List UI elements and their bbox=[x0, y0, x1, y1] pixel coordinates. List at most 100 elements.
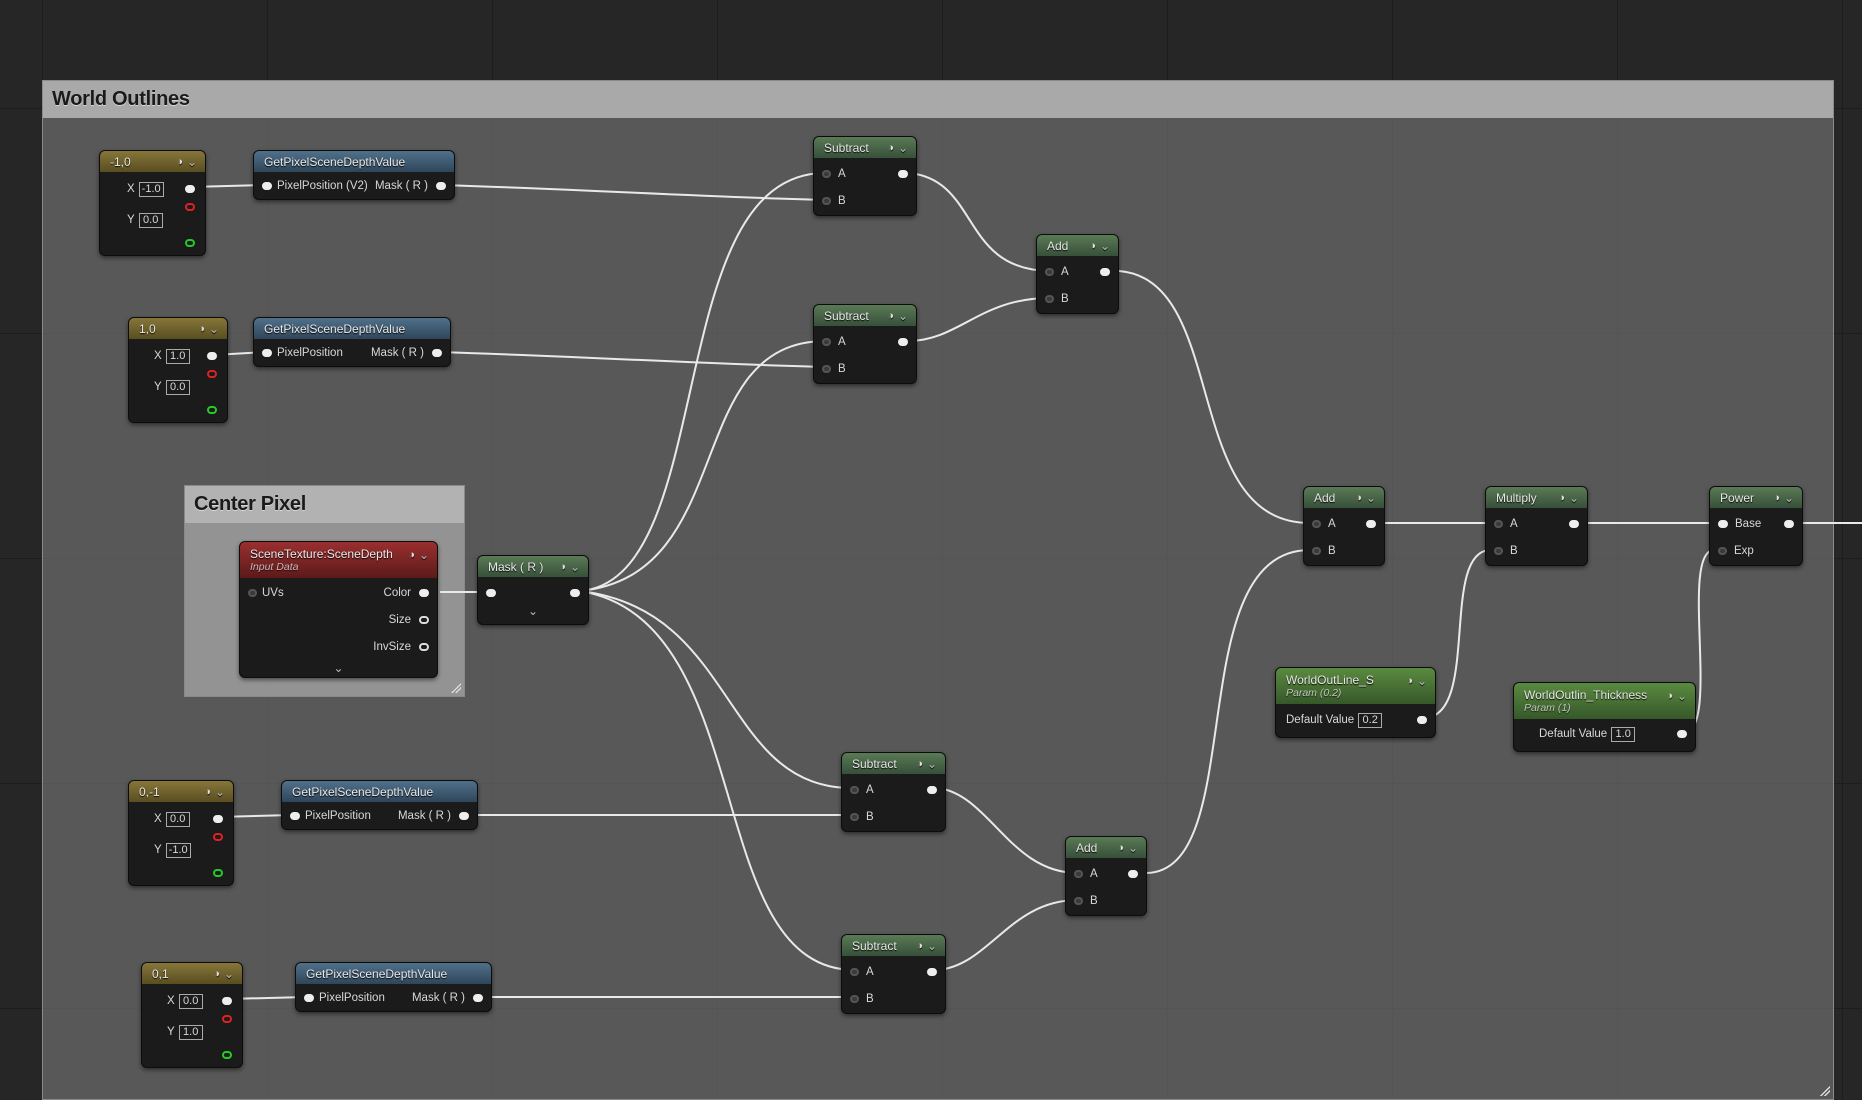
add-node[interactable]: Add ◑ ⌄ A B bbox=[1303, 486, 1385, 566]
output-pin-icon[interactable] bbox=[222, 1051, 232, 1059]
input-pin-icon[interactable] bbox=[850, 786, 859, 794]
value-field[interactable]: 0.0 bbox=[165, 811, 190, 827]
input-pin-icon[interactable] bbox=[822, 197, 831, 205]
resize-grip-icon[interactable] bbox=[1820, 1086, 1830, 1096]
constant-node[interactable]: 0,-1 ◑ ⌄ X 0.0 Y -1.0 bbox=[128, 780, 234, 886]
input-pin-icon[interactable] bbox=[1494, 520, 1503, 528]
output-pin-icon[interactable] bbox=[1366, 520, 1376, 528]
input-pin-icon[interactable] bbox=[822, 170, 831, 178]
value-field[interactable]: 0.0 bbox=[178, 993, 203, 1009]
output-pin-icon[interactable] bbox=[459, 812, 469, 820]
output-pin-icon[interactable] bbox=[222, 997, 232, 1005]
comment-title[interactable]: World Outlines bbox=[43, 81, 1833, 118]
preview-toggle-icon[interactable]: ◑ bbox=[204, 786, 211, 798]
scene-texture-node[interactable]: SceneTexture:SceneDepth Input Data ◑ ⌄ UV… bbox=[239, 541, 438, 678]
preview-toggle-icon[interactable]: ◑ bbox=[1773, 492, 1780, 504]
preview-toggle-icon[interactable]: ◑ bbox=[1117, 842, 1124, 854]
constant-node[interactable]: -1,0 ◑ ⌄ X -1.0 Y 0.0 bbox=[99, 150, 206, 256]
add-node[interactable]: Add ◑ ⌄ A B bbox=[1036, 234, 1119, 314]
input-pin-icon[interactable] bbox=[850, 968, 859, 976]
value-field[interactable]: 1.0 bbox=[1611, 726, 1636, 742]
output-pin-icon[interactable] bbox=[1677, 730, 1687, 738]
input-pin-icon[interactable] bbox=[850, 995, 859, 1003]
collapse-chevron-icon[interactable]: ⌄ bbox=[898, 309, 908, 323]
output-pin-icon[interactable] bbox=[419, 643, 429, 651]
preview-toggle-icon[interactable]: ◑ bbox=[1666, 690, 1673, 702]
preview-toggle-icon[interactable]: ◑ bbox=[213, 968, 220, 980]
preview-toggle-icon[interactable]: ◑ bbox=[559, 561, 566, 573]
output-pin-icon[interactable] bbox=[207, 406, 217, 414]
collapse-chevron-icon[interactable]: ⌄ bbox=[1366, 491, 1376, 505]
constant-node[interactable]: 0,1 ◑ ⌄ X 0.0 Y 1.0 bbox=[141, 962, 243, 1068]
input-pin-icon[interactable] bbox=[1045, 268, 1054, 276]
collapse-chevron-icon[interactable]: ⌄ bbox=[1100, 239, 1110, 253]
output-pin-icon[interactable] bbox=[1784, 520, 1794, 528]
power-node[interactable]: Power ◑ ⌄ Base Exp bbox=[1709, 486, 1803, 566]
collapse-chevron-icon[interactable]: ⌄ bbox=[1569, 491, 1579, 505]
collapse-chevron-icon[interactable]: ⌄ bbox=[1128, 841, 1138, 855]
value-field[interactable]: -1.0 bbox=[165, 842, 191, 858]
output-pin-icon[interactable] bbox=[213, 815, 223, 823]
subtract-node[interactable]: Subtract ◑ ⌄ A B bbox=[813, 304, 917, 384]
preview-toggle-icon[interactable]: ◑ bbox=[887, 310, 894, 322]
depth-node[interactable]: GetPixelSceneDepthValue PixelPosition Mas… bbox=[295, 962, 492, 1012]
output-pin-icon[interactable] bbox=[213, 833, 223, 841]
param-node[interactable]: WorldOutLine_S Param (0.2) ◑ ⌄ Default Va… bbox=[1275, 667, 1436, 738]
value-field[interactable]: 0.0 bbox=[138, 212, 163, 228]
collapse-chevron-icon[interactable]: ⌄ bbox=[215, 785, 225, 799]
collapse-chevron-icon[interactable]: ⌄ bbox=[419, 548, 429, 562]
output-pin-icon[interactable] bbox=[185, 239, 195, 247]
comment-title[interactable]: Center Pixel bbox=[185, 486, 464, 523]
depth-node[interactable]: GetPixelSceneDepthValue PixelPosition Mas… bbox=[253, 317, 451, 367]
preview-toggle-icon[interactable]: ◑ bbox=[916, 758, 923, 770]
output-pin-icon[interactable] bbox=[185, 203, 195, 211]
input-pin-icon[interactable] bbox=[262, 349, 272, 357]
output-pin-icon[interactable] bbox=[222, 1015, 232, 1023]
depth-node[interactable]: GetPixelSceneDepthValue PixelPosition Mas… bbox=[281, 780, 478, 830]
input-pin-icon[interactable] bbox=[1718, 520, 1728, 528]
preview-toggle-icon[interactable]: ◑ bbox=[916, 940, 923, 952]
collapse-chevron-icon[interactable]: ⌄ bbox=[570, 560, 580, 574]
preview-toggle-icon[interactable]: ◑ bbox=[887, 142, 894, 154]
output-pin-icon[interactable] bbox=[419, 589, 429, 597]
output-pin-icon[interactable] bbox=[1417, 716, 1427, 724]
output-pin-icon[interactable] bbox=[1100, 268, 1110, 276]
collapse-chevron-icon[interactable]: ⌄ bbox=[224, 967, 234, 981]
preview-toggle-icon[interactable]: ◑ bbox=[1089, 240, 1096, 252]
output-pin-icon[interactable] bbox=[432, 349, 442, 357]
input-pin-icon[interactable] bbox=[248, 589, 257, 597]
input-pin-icon[interactable] bbox=[1074, 897, 1083, 905]
input-pin-icon[interactable] bbox=[290, 812, 300, 820]
multiply-node[interactable]: Multiply ◑ ⌄ A B bbox=[1485, 486, 1588, 566]
output-pin-icon[interactable] bbox=[927, 786, 937, 794]
preview-toggle-icon[interactable]: ◑ bbox=[198, 323, 205, 335]
output-pin-icon[interactable] bbox=[1128, 870, 1138, 878]
mask-node[interactable]: Mask ( R ) ◑ ⌄ ⌄ bbox=[477, 555, 589, 625]
input-pin-icon[interactable] bbox=[1312, 520, 1321, 528]
output-pin-icon[interactable] bbox=[927, 968, 937, 976]
value-field[interactable]: 1.0 bbox=[165, 348, 190, 364]
collapse-chevron-icon[interactable]: ⌄ bbox=[927, 757, 937, 771]
collapse-chevron-icon[interactable]: ⌄ bbox=[898, 141, 908, 155]
input-pin-icon[interactable] bbox=[1074, 870, 1083, 878]
output-pin-icon[interactable] bbox=[570, 589, 580, 597]
preview-toggle-icon[interactable]: ◑ bbox=[1406, 675, 1413, 687]
output-pin-icon[interactable] bbox=[419, 616, 429, 624]
input-pin-icon[interactable] bbox=[850, 813, 859, 821]
output-pin-icon[interactable] bbox=[898, 170, 908, 178]
input-pin-icon[interactable] bbox=[1718, 547, 1727, 555]
subtract-node[interactable]: Subtract ◑ ⌄ A B bbox=[841, 934, 946, 1014]
expand-chevron-icon[interactable]: ⌄ bbox=[528, 604, 538, 618]
add-node[interactable]: Add ◑ ⌄ A B bbox=[1065, 836, 1147, 916]
input-pin-icon[interactable] bbox=[822, 338, 831, 346]
value-field[interactable]: 0.2 bbox=[1358, 712, 1383, 728]
preview-toggle-icon[interactable]: ◑ bbox=[1558, 492, 1565, 504]
preview-toggle-icon[interactable]: ◑ bbox=[408, 549, 415, 561]
output-pin-icon[interactable] bbox=[207, 370, 217, 378]
collapse-chevron-icon[interactable]: ⌄ bbox=[209, 322, 219, 336]
subtract-node[interactable]: Subtract ◑ ⌄ A B bbox=[841, 752, 946, 832]
collapse-chevron-icon[interactable]: ⌄ bbox=[927, 939, 937, 953]
input-pin-icon[interactable] bbox=[262, 182, 272, 190]
input-pin-icon[interactable] bbox=[1494, 547, 1503, 555]
output-pin-icon[interactable] bbox=[898, 338, 908, 346]
